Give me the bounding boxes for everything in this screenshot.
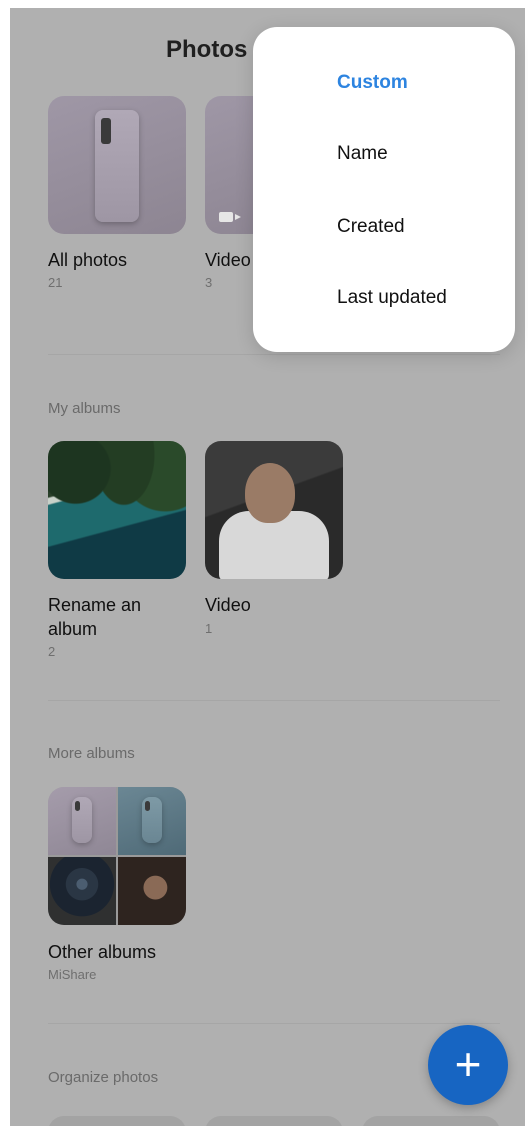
- album-count-video-2: 1: [205, 621, 213, 636]
- sort-option-created[interactable]: Created: [337, 216, 405, 238]
- video-icon: [219, 212, 241, 222]
- album-label-video-2: Video: [205, 595, 251, 615]
- album-label-video: Video: [205, 250, 251, 270]
- sort-option-custom[interactable]: Custom: [337, 72, 408, 94]
- page-title: Photos: [166, 36, 248, 63]
- other-albums-thumbnail[interactable]: [48, 787, 186, 925]
- thumb-phone-purple: [48, 787, 116, 855]
- rename-album-thumbnail[interactable]: [48, 441, 186, 579]
- sort-option-name[interactable]: Name: [337, 143, 388, 165]
- phone-image: [95, 110, 139, 222]
- plus-icon: +: [454, 1038, 482, 1090]
- divider: [48, 1023, 500, 1024]
- sort-menu: Custom Name Created Last updated: [253, 27, 515, 352]
- section-title-my-albums: My albums: [48, 400, 121, 417]
- album-subtitle-other: MiShare: [48, 967, 97, 982]
- album-count-all-photos: 21: [48, 275, 63, 290]
- album-label-all-photos: All photos: [48, 250, 128, 270]
- sort-option-last-updated[interactable]: Last updated: [337, 287, 447, 309]
- divider: [48, 700, 500, 701]
- thumb-portrait: [118, 857, 186, 925]
- section-title-more-albums: More albums: [48, 745, 135, 762]
- divider: [48, 354, 500, 355]
- thumb-phone-blue: [118, 787, 186, 855]
- album-count-video: 3: [205, 275, 213, 290]
- add-album-button[interactable]: +: [428, 1025, 508, 1105]
- organize-tile-3[interactable]: [362, 1116, 500, 1126]
- thumb-star-trails: [48, 857, 116, 925]
- organize-tile-2[interactable]: [205, 1116, 343, 1126]
- album-label-other: Other albums: [48, 942, 157, 962]
- person-face: [245, 463, 295, 523]
- section-title-organize: Organize photos: [48, 1069, 159, 1086]
- organize-tile-1[interactable]: [48, 1116, 186, 1126]
- album-count-rename: 2: [48, 644, 56, 659]
- all-photos-thumbnail[interactable]: [48, 96, 186, 234]
- video-album-thumbnail-2[interactable]: [205, 441, 343, 579]
- album-label-rename: Rename an album: [48, 595, 142, 639]
